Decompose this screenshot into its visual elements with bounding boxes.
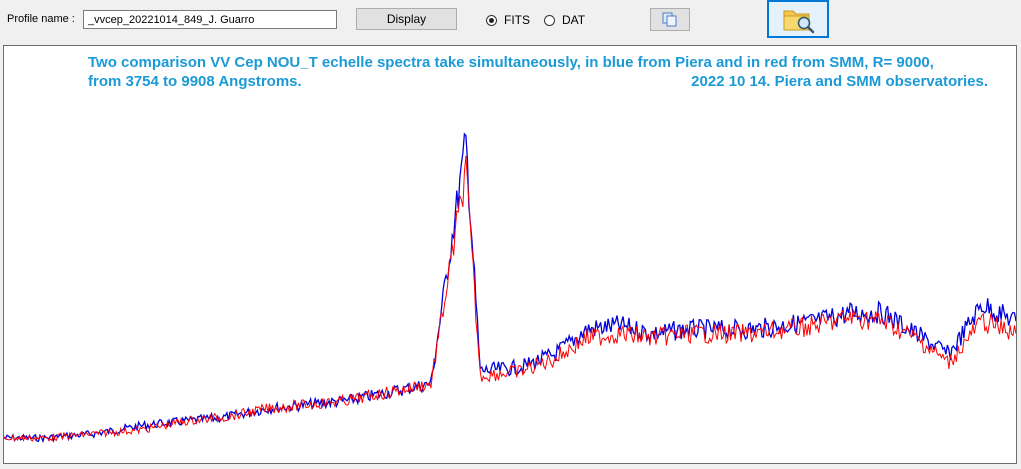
copy-button[interactable] xyxy=(650,8,690,31)
caption-line1: Two comparison VV Cep NOU_T echelle spec… xyxy=(88,54,934,71)
profile-name-input[interactable] xyxy=(83,10,337,29)
fits-radio[interactable]: FITS xyxy=(486,12,530,28)
dat-radio[interactable]: DAT xyxy=(544,12,585,28)
fits-radio-indicator[interactable] xyxy=(486,14,497,26)
caption-line2-left: from 3754 to 9908 Angstroms. xyxy=(88,73,302,90)
open-file-button[interactable] xyxy=(767,0,829,38)
toolbar: Profile name : Display FITS DAT xyxy=(0,0,1021,44)
spectrum-plot: Two comparison VV Cep NOU_T echelle spec… xyxy=(3,45,1017,464)
spectrum-chart xyxy=(4,132,1016,444)
fits-radio-label: FITS xyxy=(504,13,530,27)
display-button[interactable]: Display xyxy=(356,8,457,30)
series-red-line xyxy=(4,155,1016,442)
folder-search-icon xyxy=(783,10,815,34)
series-blue-line xyxy=(4,132,1016,444)
caption-line2-right: 2022 10 14. Piera and SMM observatories. xyxy=(691,73,988,90)
copy-icon xyxy=(662,12,677,27)
dat-radio-indicator[interactable] xyxy=(544,14,555,26)
profile-name-label: Profile name : xyxy=(7,13,75,25)
dat-radio-label: DAT xyxy=(562,13,586,27)
